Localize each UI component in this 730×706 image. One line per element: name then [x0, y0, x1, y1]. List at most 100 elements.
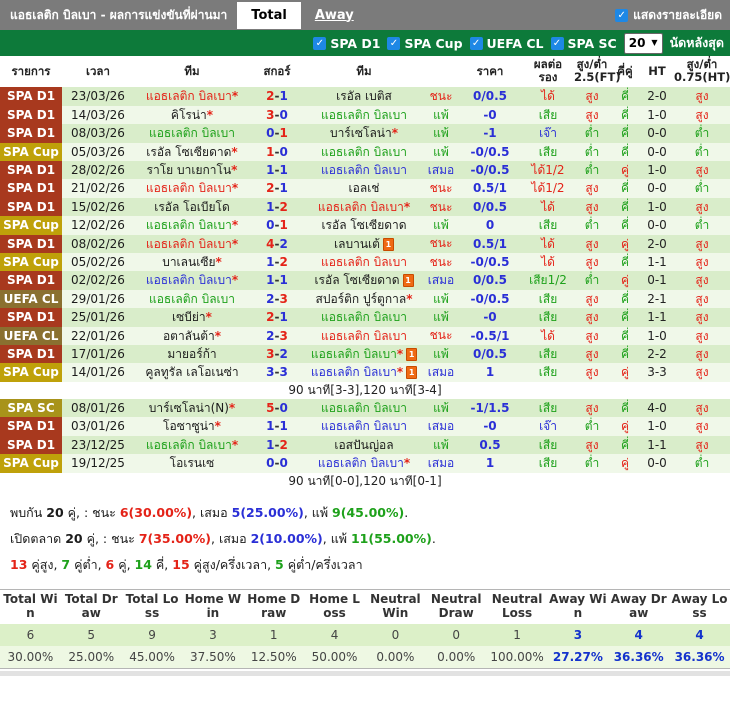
away-team: แอธเลติก บิลเบา* 1 [304, 363, 424, 381]
stats-percent: 50.00% [304, 645, 365, 669]
stats-percent: 36.36% [669, 645, 730, 669]
column-header-11: สูง/ต่ำ 0.75(HT) [674, 56, 730, 88]
checked-checkbox-icon[interactable]: ✓ [313, 36, 327, 50]
checked-checkbox-icon[interactable]: ✓ [615, 8, 629, 22]
home-team: มายอร์ก้า [167, 346, 217, 361]
handicap-price: -0/0.5 [470, 144, 510, 159]
league-badge: SPA Cup [0, 142, 62, 161]
stats-value: 0 [364, 623, 426, 646]
ht-score: 1-0 [647, 419, 667, 434]
stats-percent: 25.00% [60, 645, 122, 669]
league-badge: SPA D1 [0, 161, 62, 180]
match-row: SPA D1 15/02/26 เรอัล โอเบียโด 1-2 แอธเลติก … [0, 197, 730, 217]
handicap-price: 0/0.5 [473, 199, 507, 214]
tab-away[interactable]: Away [301, 2, 368, 29]
handicap-result: เสีย [538, 107, 558, 122]
match-result: แพ้ [433, 291, 449, 306]
handicap-result: ได้ [541, 199, 555, 214]
over-under-ft: สูง [585, 236, 599, 251]
show-detail-toggle[interactable]: ✓ แสดงรายละเอียด [615, 6, 730, 25]
over-under-ht: สูง [695, 254, 709, 269]
filter-uefa-cl[interactable]: ✓ UEFA CL [469, 36, 544, 51]
over-under-ht: สูง [695, 89, 709, 104]
handicap-price: -0.5/1 [470, 328, 510, 343]
away-team: เอสปันญ่อล [334, 437, 394, 452]
column-header-1: เวลา [62, 56, 134, 88]
ht-score: 1-0 [647, 328, 667, 343]
odd-even: คี่ [620, 181, 630, 196]
handicap-price: 0/0.5 [473, 346, 507, 361]
league-badge: SPA Cup [0, 252, 62, 272]
over-under-ft: สูง [585, 181, 599, 196]
match-result: แพ้ [433, 310, 449, 325]
ht-score: 0-0 [647, 144, 667, 159]
odd-even: คี่ [620, 401, 630, 416]
match-date: 29/01/26 [71, 291, 125, 306]
last-matches-label: นัดหลังสุด [669, 35, 724, 50]
chevron-down-icon: ▼ [651, 38, 658, 47]
handicap-result: ได้ [541, 328, 555, 343]
tab-total[interactable]: Total [237, 1, 301, 29]
over-under-ft: ต่ำ [584, 126, 600, 141]
league-badge: SPA D1 [0, 124, 62, 143]
match-row: SPA Cup 19/12/25 โอเรนเซ 0-0 แอธเลติก บิลเบา… [0, 454, 730, 473]
results-table-header: รายการ เวลา ทีม สกอร์ ทีม ราคา ผลต่อ รอง สูง/ต่… [0, 56, 730, 88]
stats-header: Home Loss [304, 589, 365, 624]
match-row: SPA D1 21/02/26 แอธเลติก บิลเบา* 2-1 เอลเช่ ช… [0, 179, 730, 198]
score: 0-1 [266, 218, 288, 233]
stats-header: Away Win [547, 589, 609, 624]
match-date: 08/02/26 [71, 236, 125, 251]
stats-percent: 27.27% [547, 645, 609, 669]
home-team: แอธเลติก บิลเบา [148, 126, 236, 141]
handicap-price: 0.5/1 [473, 181, 507, 196]
handicap-result: เสีย [538, 218, 558, 233]
odd-even: คู่ [620, 365, 630, 380]
home-team: คิโรน่า* [170, 107, 214, 122]
ht-score: 1-0 [647, 107, 667, 122]
match-date: 23/12/25 [71, 437, 125, 452]
home-team: แอธเลติก บิลเบา* [145, 181, 239, 196]
checked-checkbox-icon[interactable]: ✓ [387, 36, 401, 50]
match-count-select[interactable]: 20 ▼ [623, 32, 663, 54]
checked-checkbox-icon[interactable]: ✓ [469, 36, 483, 50]
match-row: UEFA CL 29/01/26 แอธเลติก บิลเบา 2-3 สปอร์ติ… [0, 289, 730, 309]
match-result: เสมอ [427, 456, 455, 471]
over-under-ft: ต่ำ [584, 144, 600, 159]
over-under-ft: สูง [585, 254, 599, 269]
over-under-ft: ต่ำ [584, 218, 600, 233]
match-date: 22/01/26 [71, 328, 125, 343]
filter-spa-d1[interactable]: ✓ SPA D1 [313, 36, 380, 51]
home-team: เรอัล โอเบียโด [154, 199, 230, 214]
over-under-ft: สูง [585, 401, 599, 416]
summary-line-1: พบกัน 20 คู่, : ชนะ 6(30.00%), เสมอ 5(25… [10, 505, 409, 521]
red-card-icon: 1 [406, 347, 418, 361]
extra-time-note-row: 90 นาที[0-0],120 นาที[0-1] [0, 472, 730, 491]
score: 0-1 [266, 126, 288, 141]
match-date: 23/03/26 [71, 89, 125, 104]
match-row: SPA D1 17/01/26 มายอร์ก้า 3-2 แอธเลติก บิลเบ… [0, 344, 730, 364]
match-row: SPA Cup 14/01/26 คูลทูรัล เลโอเนซ่า 3-3 แอธเ… [0, 363, 730, 382]
odd-even: คี่ [620, 346, 630, 361]
over-under-ht: สูง [695, 163, 709, 177]
league-badge: SPA Cup [0, 216, 62, 235]
home-team: แอธเลติก บิลเบา [148, 291, 236, 306]
stats-value: 6 [0, 623, 61, 646]
over-under-ht: ต่ำ [694, 181, 710, 196]
league-badge: SPA D1 [0, 271, 62, 290]
match-date: 02/02/26 [71, 273, 125, 288]
handicap-result: เสีย [538, 401, 558, 416]
filter-spa-cup[interactable]: ✓ SPA Cup [387, 36, 463, 51]
over-under-ht: สูง [695, 199, 709, 214]
handicap-price: -0/0.5 [470, 254, 510, 269]
league-badge: SPA D1 [0, 87, 62, 106]
handicap-result: เสีย [538, 310, 558, 325]
handicap-price: -1 [483, 126, 497, 141]
checked-checkbox-icon[interactable]: ✓ [550, 36, 564, 50]
match-row: SPA D1 23/03/26 แอธเลติก บิลเบา* 2-1 เรอัล เ… [0, 87, 730, 106]
away-team: เรอัล โซเซียดาด [321, 218, 407, 233]
odd-even: คี่ [620, 126, 630, 141]
handicap-price: 1 [485, 365, 495, 380]
filter-spa-sc[interactable]: ✓ SPA SC [550, 36, 617, 51]
over-under-ht: สูง [695, 328, 709, 343]
score: 2-3 [266, 291, 288, 306]
